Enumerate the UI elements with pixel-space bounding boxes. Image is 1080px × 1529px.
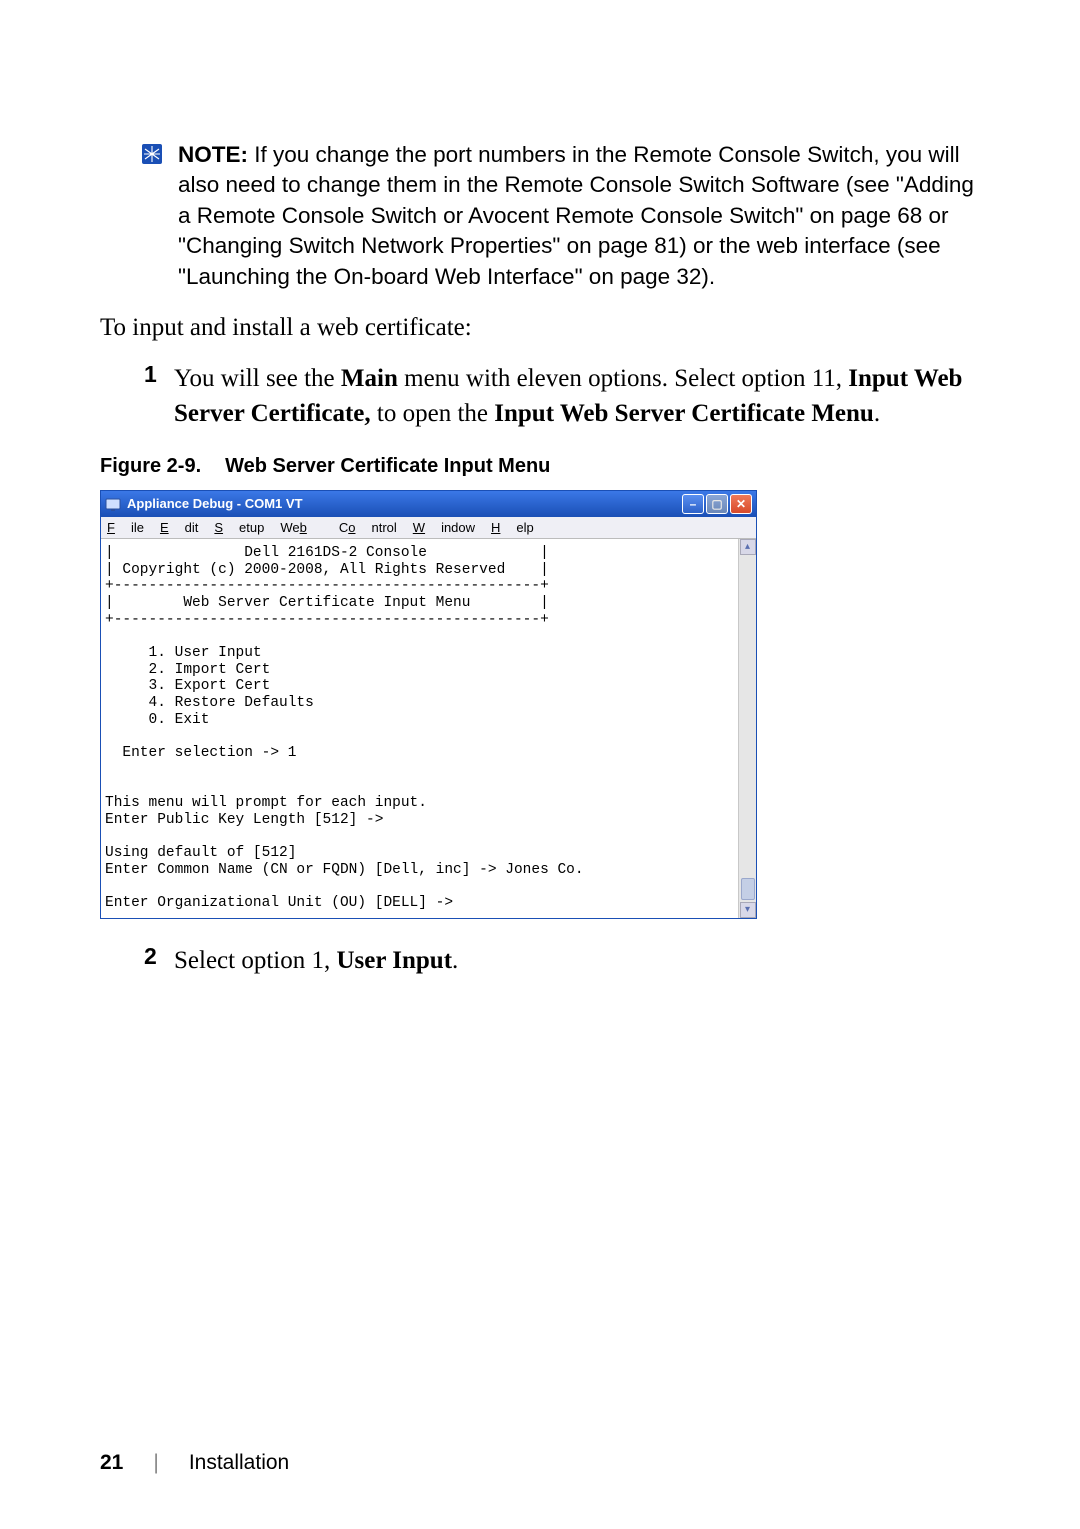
scroll-up-icon[interactable]: ▴ [740, 539, 756, 555]
menubar: File Edit Setup Web Control Window Help [101, 517, 756, 539]
scrollbar[interactable]: ▴ ▾ [738, 539, 756, 918]
note-block: NOTE: If you change the port numbers in … [140, 140, 980, 292]
page-footer: 21 | Installation [100, 1451, 289, 1475]
app-icon [105, 496, 121, 512]
scroll-down-icon[interactable]: ▾ [740, 902, 756, 918]
step-1: 1 You will see the Main menu with eleven… [144, 361, 980, 431]
figure-title: Web Server Certificate Input Menu [225, 455, 550, 477]
close-button[interactable]: ✕ [730, 494, 752, 514]
footer-separator: | [153, 1451, 158, 1475]
terminal-output: | Dell 2161DS-2 Console | | Copyright (c… [101, 539, 738, 918]
intro-text: To input and install a web certificate: [100, 310, 980, 345]
menu-edit[interactable]: Edit [160, 520, 198, 535]
terminal-window: Appliance Debug - COM1 VT – ▢ ✕ File Edi… [100, 490, 757, 919]
page-number: 21 [100, 1451, 123, 1475]
note-label: NOTE: [178, 142, 248, 167]
section-name: Installation [189, 1451, 289, 1475]
step-body: You will see the Main menu with eleven o… [174, 361, 980, 431]
scroll-thumb[interactable] [741, 878, 755, 900]
step-2: 2 Select option 1, User Input. [144, 943, 980, 978]
step-number: 2 [144, 943, 174, 970]
menu-help[interactable]: Help [491, 520, 534, 535]
menu-window[interactable]: Window [413, 520, 475, 535]
menu-file[interactable]: File [107, 520, 144, 535]
menu-web[interactable]: Web [280, 520, 323, 535]
figure-label: Figure 2-9. [100, 455, 201, 477]
menu-control[interactable]: Control [339, 520, 397, 535]
step-body: Select option 1, User Input. [174, 943, 458, 978]
note-icon [140, 142, 164, 166]
figure-caption: Figure 2-9. Web Server Certificate Input … [100, 455, 980, 478]
titlebar: Appliance Debug - COM1 VT – ▢ ✕ [101, 491, 756, 517]
maximize-button[interactable]: ▢ [706, 494, 728, 514]
note-body: If you change the port numbers in the Re… [178, 142, 974, 289]
step-number: 1 [144, 361, 174, 388]
window-title: Appliance Debug - COM1 VT [127, 496, 682, 511]
menu-setup[interactable]: Setup [214, 520, 264, 535]
minimize-button[interactable]: – [682, 494, 704, 514]
note-text: NOTE: If you change the port numbers in … [178, 140, 980, 292]
